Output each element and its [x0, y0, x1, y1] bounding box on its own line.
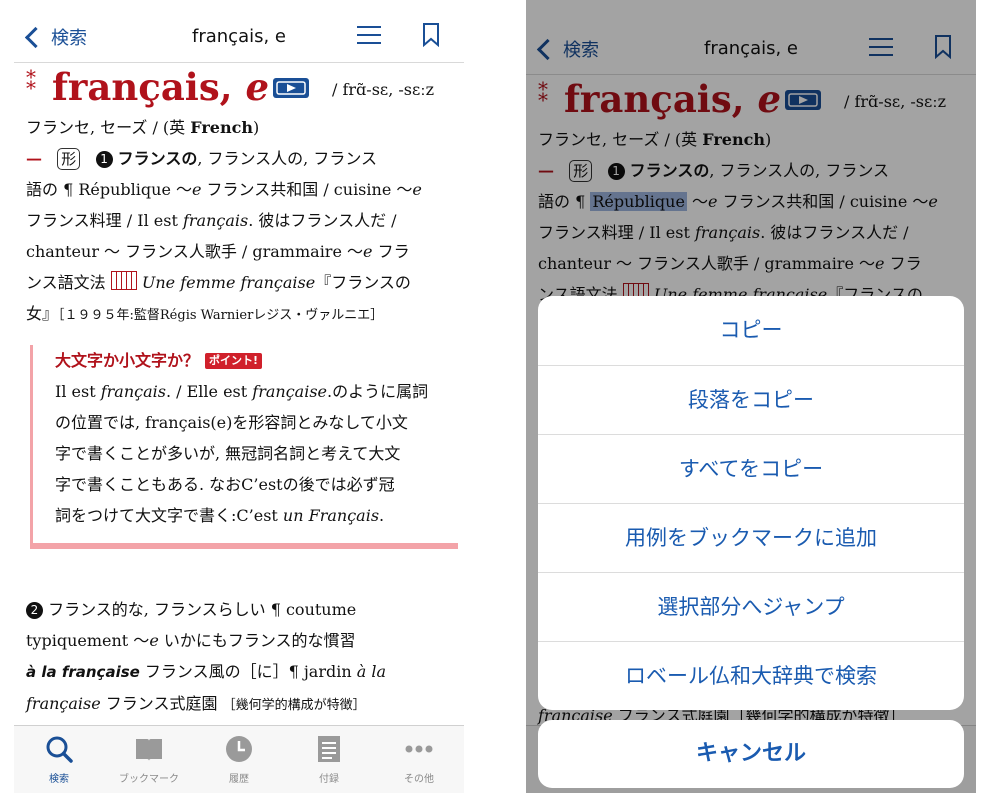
tab-appendix[interactable]: 付録 [284, 726, 374, 793]
play-audio-button[interactable] [273, 78, 309, 98]
sense-1-line-3: フランス料理 / Il est français. 彼はフランス人だ / [26, 211, 397, 230]
bookmark-example-button[interactable]: 用例をブックマークに追加 [538, 503, 964, 572]
note-title: 大文字か小文字か？ [55, 351, 200, 370]
sense-2-line-1: 2 フランス的な, フランスらしい ¶ coutume [26, 594, 456, 625]
search-robert-dictionary-button[interactable]: ロベール仏和大辞典で検索 [538, 641, 964, 710]
search-icon [46, 736, 73, 763]
asterisk-mark: * * [26, 65, 36, 100]
play-icon [276, 81, 306, 95]
bookmark-icon[interactable] [423, 23, 439, 47]
jump-to-selection-button[interactable]: 選択部分へジャンプ [538, 572, 964, 641]
reading-line: フランセ, セーズ / (英 French) [26, 118, 260, 137]
sense-2-line-4: française フランス式庭園 ［幾何学的構成が特徴］ [26, 694, 366, 713]
note-line-2: の位置では, français(e)を形容詞とみなして小文 [55, 413, 408, 432]
nav-bar: 検索 français, e [14, 0, 464, 63]
note-title-line: 大文字か小文字か？ ポイント! [55, 345, 450, 376]
note-line-3: 字で書くことが多いが, 無冠詞名詞と考えて大文 [55, 444, 401, 463]
point-badge: ポイント! [205, 353, 263, 369]
film-icon [110, 271, 137, 290]
book-icon [136, 739, 162, 761]
copy-paragraph-button[interactable]: 段落をコピー [538, 365, 964, 434]
sense-2-line-2: typiquement ～e いかにもフランス的な慣習 [26, 631, 356, 650]
copy-all-button[interactable]: すべてをコピー [538, 434, 964, 503]
sense-number-2: 2 [26, 602, 43, 619]
menu-icon[interactable] [357, 25, 381, 45]
sense-1-line-4: chanteur ～ フランス人歌手 / grammaire ～e フラ [26, 242, 410, 261]
tab-search[interactable]: 検索 [14, 726, 104, 793]
cancel-button[interactable]: キャンセル [538, 720, 964, 788]
entry-content: * * français, e / frɑ̃-sɛ, -sɛːz フランセ, セー… [26, 65, 456, 331]
sense-1-line-5: ンス語文法 Une femme française『フランスの [26, 271, 411, 292]
pronunciation: / frɑ̃-sɛ, -sɛːz [332, 80, 435, 99]
entry-header: * * français, e / frɑ̃-sɛ, -sɛːz [26, 65, 456, 112]
sense-1-line-2: 語の ¶ République ～e フランス共和国 / cuisine ～e [26, 180, 422, 199]
tab-more[interactable]: その他 [374, 726, 464, 793]
copy-button[interactable]: コピー [538, 296, 964, 364]
pos-badge: 形 [57, 148, 81, 170]
tab-history[interactable]: 履歴 [194, 726, 284, 793]
page-title: français, e [192, 26, 286, 47]
note-line-5: 詞をつけて大文字で書く:C’est un Français. [55, 506, 385, 525]
note-line-4: 字で書くこともある. なおC’estの後では必ず冠 [55, 475, 395, 494]
sense-2: 2 フランス的な, フランスらしい ¶ coutume typiquement … [26, 594, 456, 721]
sense-2-line-3: à la française フランス風の［に］¶ jardin à la [26, 662, 387, 681]
sense-1-line-6: 女』［１９９５年:監督Régis Warnierレジス・ヴァルニエ］ [26, 304, 384, 323]
sense-number-1: 1 [95, 151, 113, 168]
tab-bar: 検索 ブックマーク 履歴 付録 その他 [14, 725, 464, 793]
note-line-1: Il est français. / Elle est française.のよ… [55, 382, 429, 401]
point-note-box: 大文字か小文字か？ ポイント! Il est français. / Elle e… [30, 345, 458, 549]
tab-bookmark[interactable]: ブックマーク [104, 726, 194, 793]
action-sheet: コピー 段落をコピー すべてをコピー 用例をブックマークに追加 選択部分へジャン… [538, 296, 964, 710]
document-icon [318, 736, 340, 762]
headword: français, e [52, 65, 269, 109]
clock-icon [226, 736, 252, 762]
more-icon [405, 745, 433, 753]
dictionary-screen-with-action-sheet: 検索 français, e * * français, e / frɑ̃-sɛ,… [526, 0, 976, 793]
dictionary-screen: 検索 français, e * * français, e / frɑ̃-sɛ,… [14, 0, 464, 793]
sense-1-line-1: — 形 1 フランスの, フランス人の, フランス [26, 148, 378, 170]
